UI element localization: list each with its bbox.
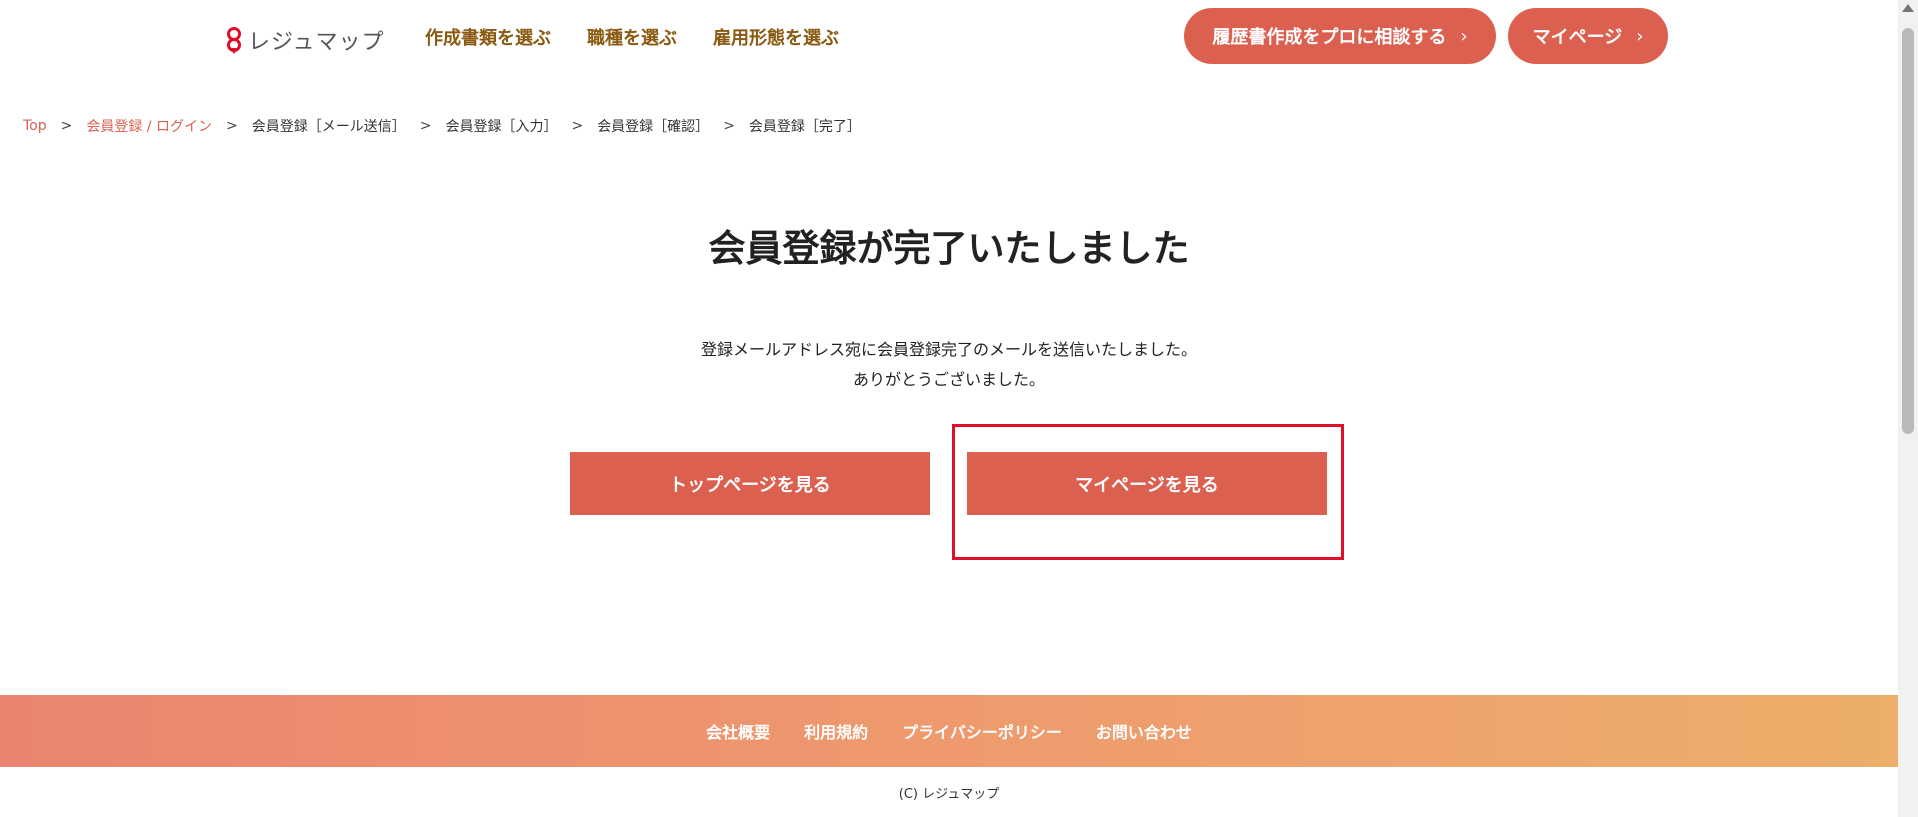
site-header: レジュマップ 作成書類を選ぶ 職種を選ぶ 雇用形態を選ぶ 履歴書作成をプロに相談… <box>0 0 1898 75</box>
breadcrumb-separator: > <box>571 118 584 134</box>
breadcrumb-separator: > <box>419 118 432 134</box>
scrollbar[interactable] <box>1898 0 1918 817</box>
page-title: 会員登録が完了いたしました <box>708 227 1190 270</box>
message-line-1: 登録メールアドレス宛に会員登録完了のメールを送信いたしました。 <box>700 340 1197 359</box>
footer-link-terms[interactable]: 利用規約 <box>804 719 868 743</box>
logo-text: レジュマップ <box>248 30 385 55</box>
consult-pro-button[interactable]: 履歴書作成をプロに相談する › <box>1184 8 1496 64</box>
breadcrumb-complete: 会員登録［完了］ <box>748 119 861 135</box>
scroll-up-arrow-icon[interactable] <box>1902 4 1914 12</box>
breadcrumb-top[interactable]: Top <box>23 118 47 134</box>
nav-item-jobs[interactable]: 職種を選ぶ <box>587 24 677 50</box>
site-logo[interactable]: レジュマップ <box>226 24 384 56</box>
message-line-2: ありがとうございました。 <box>852 370 1045 389</box>
completion-message: 登録メールアドレス宛に会員登録完了のメールを送信いたしました。 ありがとうござい… <box>0 335 1898 395</box>
footer-link-privacy[interactable]: プライバシーポリシー <box>902 719 1062 743</box>
logo-pin-icon <box>226 26 242 54</box>
consult-pro-label: 履歴書作成をプロに相談する <box>1212 27 1447 48</box>
main-nav: 作成書類を選ぶ 職種を選ぶ 雇用形態を選ぶ <box>425 24 839 50</box>
nav-item-documents[interactable]: 作成書類を選ぶ <box>425 24 551 50</box>
breadcrumb-separator: > <box>723 118 735 134</box>
footer-link-company[interactable]: 会社概要 <box>706 719 770 743</box>
chevron-right-icon: › <box>1460 25 1468 47</box>
breadcrumb-separator: > <box>60 118 73 134</box>
view-top-page-button[interactable]: トップページを見る <box>570 452 930 515</box>
breadcrumb-mail-send: 会員登録［メール送信］ <box>251 119 406 135</box>
header-mypage-button[interactable]: マイページ › <box>1508 8 1668 64</box>
breadcrumb-separator: > <box>225 118 238 134</box>
footer-links: 会社概要 利用規約 プライバシーポリシー お問い合わせ <box>0 719 1898 743</box>
breadcrumb-confirm: 会員登録［確認］ <box>597 119 710 135</box>
breadcrumb-login[interactable]: 会員登録 / ログイン <box>86 116 212 136</box>
footer-link-contact[interactable]: お問い合わせ <box>1096 719 1192 743</box>
scroll-thumb[interactable] <box>1902 28 1914 434</box>
highlight-box <box>952 424 1344 560</box>
header-mypage-label: マイページ <box>1532 27 1623 48</box>
chevron-right-icon: › <box>1636 25 1644 47</box>
breadcrumb-input: 会員登録［入力］ <box>445 119 558 135</box>
copyright: (C) レジュマップ <box>898 787 1000 802</box>
nav-item-employment-type[interactable]: 雇用形態を選ぶ <box>713 24 839 50</box>
footer: 会社概要 利用規約 プライバシーポリシー お問い合わせ <box>0 695 1898 767</box>
breadcrumb: Top > 会員登録 / ログイン > 会員登録［メール送信］ > 会員登録［入… <box>23 116 861 136</box>
